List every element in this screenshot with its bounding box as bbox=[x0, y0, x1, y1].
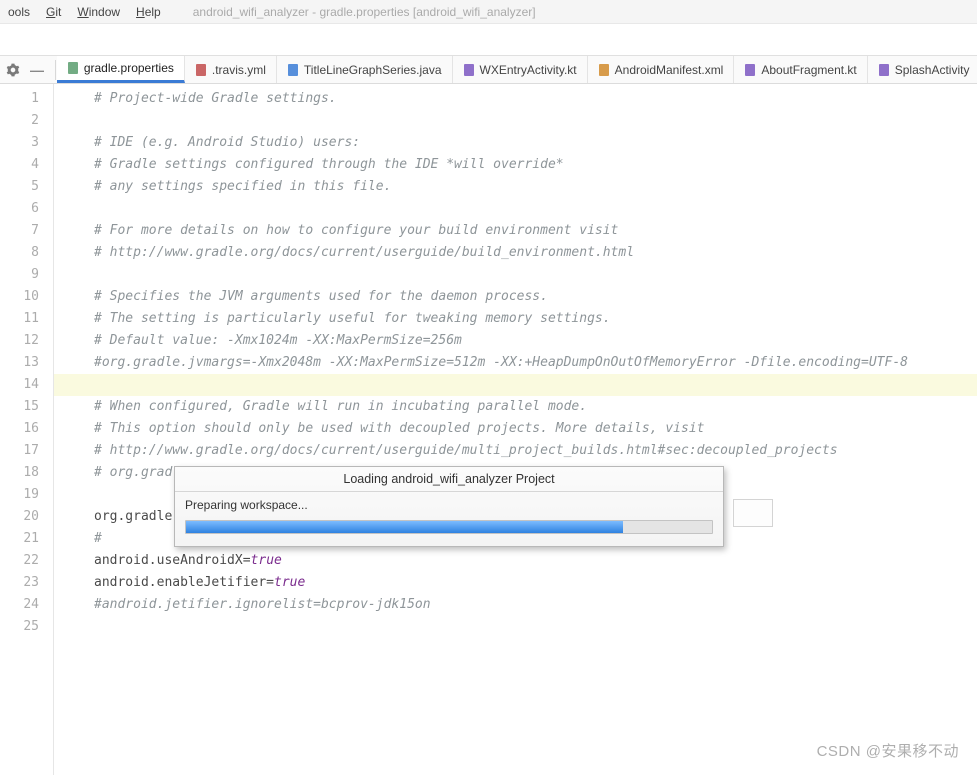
line-number: 1 bbox=[0, 88, 39, 110]
collapse-icon[interactable]: — bbox=[26, 62, 48, 78]
gear-icon[interactable] bbox=[6, 63, 20, 77]
line-number: 24 bbox=[0, 594, 39, 616]
tab--travis-yml[interactable]: .travis.yml bbox=[185, 56, 277, 83]
line-number: 2 bbox=[0, 110, 39, 132]
tab-label: .travis.yml bbox=[212, 63, 266, 77]
menu-window[interactable]: Window bbox=[69, 3, 128, 21]
line-number: 23 bbox=[0, 572, 39, 594]
watermark: CSDN @安果移不动 bbox=[817, 740, 959, 761]
line-number: 17 bbox=[0, 440, 39, 462]
code-line[interactable]: # The setting is particularly useful for… bbox=[62, 308, 977, 330]
kt-icon bbox=[463, 63, 475, 77]
code-line[interactable] bbox=[62, 198, 977, 220]
menu-git[interactable]: Git bbox=[38, 3, 69, 21]
xml-icon bbox=[598, 63, 610, 77]
dialog-side-button[interactable] bbox=[733, 499, 773, 527]
code-line[interactable]: # IDE (e.g. Android Studio) users: bbox=[62, 132, 977, 154]
tab-gradle-properties[interactable]: gradle.properties bbox=[57, 56, 185, 83]
code-line[interactable] bbox=[62, 616, 977, 638]
tab-titlelinegraphseries-java[interactable]: TitleLineGraphSeries.java bbox=[277, 56, 453, 83]
tab-androidmanifest-xml[interactable]: AndroidManifest.xml bbox=[588, 56, 735, 83]
tab-label: AndroidManifest.xml bbox=[615, 63, 724, 77]
line-number: 9 bbox=[0, 264, 39, 286]
code-line[interactable] bbox=[62, 374, 977, 396]
code-line[interactable] bbox=[62, 264, 977, 286]
code-line[interactable]: # http://www.gradle.org/docs/current/use… bbox=[62, 440, 977, 462]
code-line[interactable]: # Project-wide Gradle settings. bbox=[62, 88, 977, 110]
yml-icon bbox=[195, 63, 207, 77]
code-line[interactable]: #android.jetifier.ignorelist=bcprov-jdk1… bbox=[62, 594, 977, 616]
tab-label: TitleLineGraphSeries.java bbox=[304, 63, 442, 77]
tab-label: gradle.properties bbox=[84, 61, 174, 75]
line-number: 10 bbox=[0, 286, 39, 308]
line-number: 15 bbox=[0, 396, 39, 418]
code-line[interactable]: # Gradle settings configured through the… bbox=[62, 154, 977, 176]
tab-aboutfragment-kt[interactable]: AboutFragment.kt bbox=[734, 56, 867, 83]
code-line[interactable]: # http://www.gradle.org/docs/current/use… bbox=[62, 242, 977, 264]
line-number: 22 bbox=[0, 550, 39, 572]
dialog-title: Loading android_wifi_analyzer Project bbox=[175, 467, 723, 492]
progress-bar bbox=[185, 520, 713, 534]
line-number: 13 bbox=[0, 352, 39, 374]
menu-bar: ools Git Window Help android_wifi_analyz… bbox=[0, 0, 977, 24]
window-title: android_wifi_analyzer - gradle.propertie… bbox=[193, 5, 536, 19]
menu-tools[interactable]: ools bbox=[0, 3, 38, 21]
code-line[interactable]: # For more details on how to configure y… bbox=[62, 220, 977, 242]
code-line[interactable]: android.enableJetifier=true bbox=[62, 572, 977, 594]
tab-label: WXEntryActivity.kt bbox=[480, 63, 577, 77]
code-line[interactable]: # This option should only be used with d… bbox=[62, 418, 977, 440]
line-number: 18 bbox=[0, 462, 39, 484]
code-line[interactable]: # any settings specified in this file. bbox=[62, 176, 977, 198]
divider bbox=[55, 60, 56, 80]
tab-wxentryactivity-kt[interactable]: WXEntryActivity.kt bbox=[453, 56, 588, 83]
code-line[interactable]: #org.gradle.jvmargs=-Xmx2048m -XX:MaxPer… bbox=[62, 352, 977, 374]
line-number: 7 bbox=[0, 220, 39, 242]
editor[interactable]: 1234567891011121314151617181920212223242… bbox=[0, 84, 977, 775]
progress-fill bbox=[186, 521, 623, 533]
line-number: 25 bbox=[0, 616, 39, 638]
line-number: 5 bbox=[0, 176, 39, 198]
gutter: 1234567891011121314151617181920212223242… bbox=[0, 84, 54, 775]
line-number: 6 bbox=[0, 198, 39, 220]
tab-splashactivity[interactable]: SplashActivity bbox=[868, 56, 977, 83]
code-line[interactable]: # When configured, Gradle will run in in… bbox=[62, 396, 977, 418]
line-number: 14 bbox=[0, 374, 39, 396]
tabs: gradle.properties .travis.yml TitleLineGra… bbox=[57, 56, 977, 83]
kt-icon bbox=[744, 63, 756, 77]
code-line[interactable]: # Default value: -Xmx1024m -XX:MaxPermSi… bbox=[62, 330, 977, 352]
code-line[interactable]: android.useAndroidX=true bbox=[62, 550, 977, 572]
line-number: 8 bbox=[0, 242, 39, 264]
toolbar-blank bbox=[0, 24, 977, 56]
line-number: 20 bbox=[0, 506, 39, 528]
code-line[interactable]: # Specifies the JVM arguments used for t… bbox=[62, 286, 977, 308]
line-number: 4 bbox=[0, 154, 39, 176]
line-number: 21 bbox=[0, 528, 39, 550]
tab-bar: — gradle.properties .travis.yml TitleLineG… bbox=[0, 56, 977, 84]
code-line[interactable] bbox=[62, 110, 977, 132]
line-number: 16 bbox=[0, 418, 39, 440]
gradle-icon bbox=[67, 61, 79, 75]
loading-dialog: Loading android_wifi_analyzer Project Pr… bbox=[174, 466, 724, 547]
tab-label: SplashActivity bbox=[895, 63, 970, 77]
java-icon bbox=[287, 63, 299, 77]
kt-icon bbox=[878, 63, 890, 77]
dialog-status-label: Preparing workspace... bbox=[185, 498, 713, 512]
line-number: 19 bbox=[0, 484, 39, 506]
tab-label: AboutFragment.kt bbox=[761, 63, 856, 77]
line-number: 12 bbox=[0, 330, 39, 352]
code[interactable]: # Project-wide Gradle settings. # IDE (e.… bbox=[54, 84, 977, 775]
menu-help[interactable]: Help bbox=[128, 3, 169, 21]
line-number: 11 bbox=[0, 308, 39, 330]
line-number: 3 bbox=[0, 132, 39, 154]
